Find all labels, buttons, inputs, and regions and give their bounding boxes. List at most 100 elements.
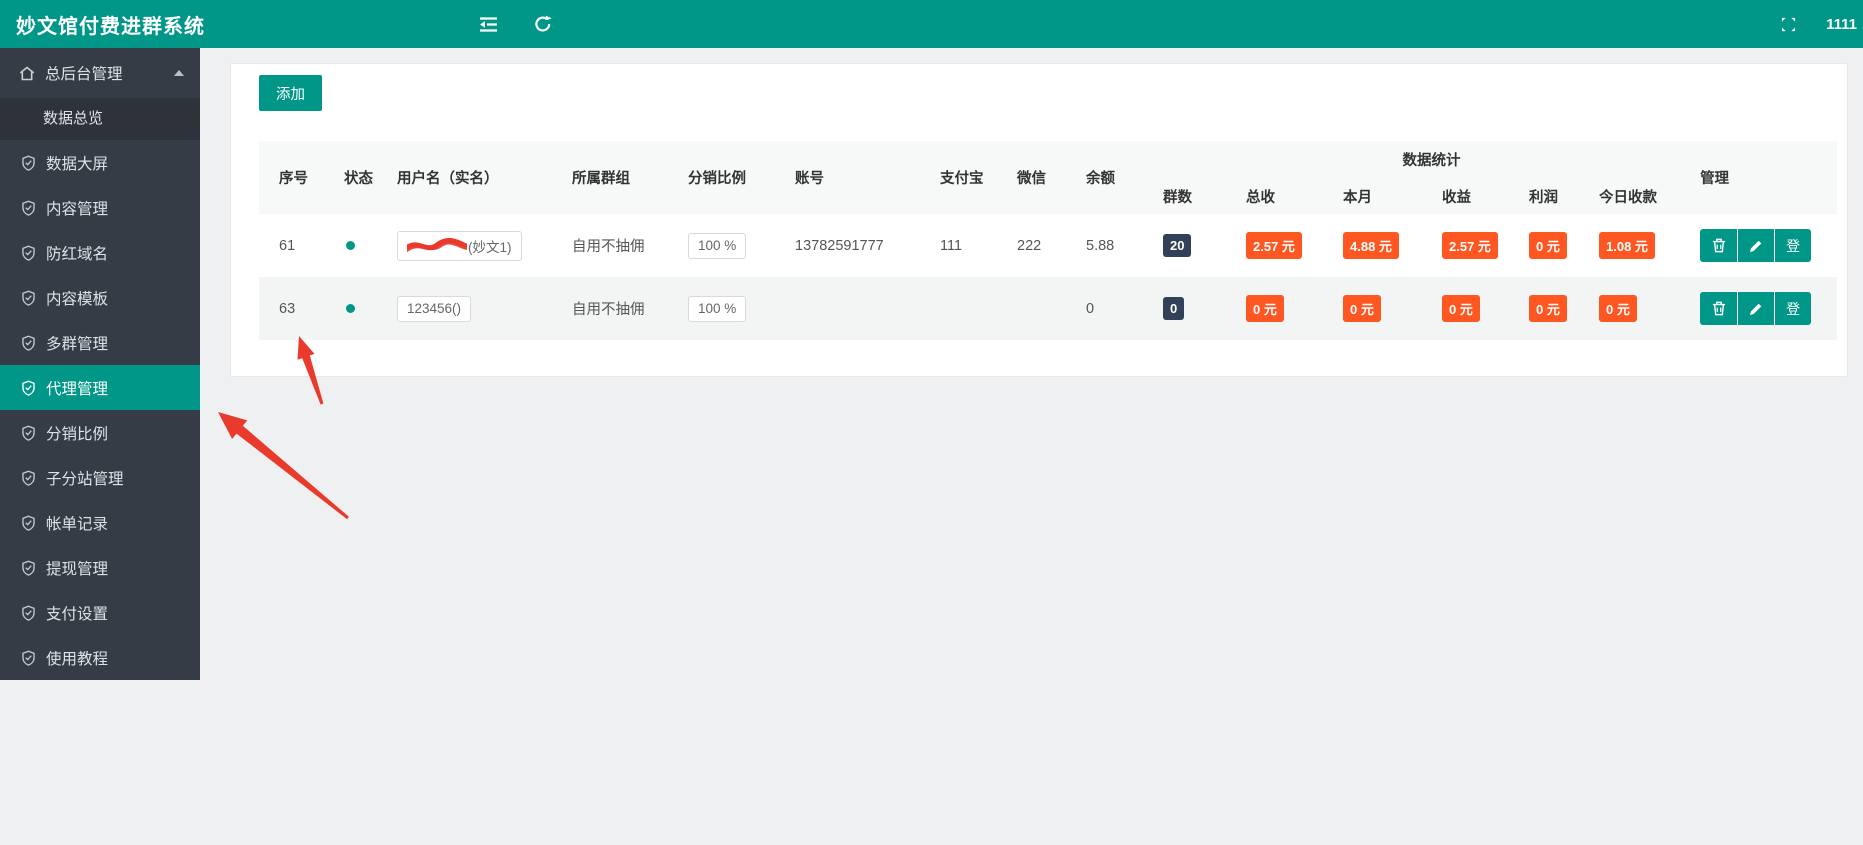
ratio-box[interactable]: 100 %	[688, 295, 747, 322]
user-menu[interactable]: 1111	[1824, 0, 1859, 48]
sidebar-item-content-manage[interactable]: 内容管理	[0, 185, 200, 230]
edit-button[interactable]	[1737, 229, 1775, 262]
cell-wechat: 222	[1017, 237, 1042, 254]
shield-check-icon	[22, 245, 35, 261]
login-as-button[interactable]: 登	[1774, 292, 1812, 325]
cell-alipay: 111	[940, 237, 963, 254]
cell-group: 自用不抽佣	[572, 239, 645, 255]
table-row: 63 123456() 自用不抽佣 100 % 0 0 0 元 0 元 0 元 …	[259, 277, 1838, 340]
delete-button[interactable]	[1700, 229, 1738, 262]
shield-check-icon	[22, 155, 35, 171]
chevron-up-icon	[174, 70, 184, 76]
today-badge: 1.08 元	[1599, 232, 1655, 259]
cell-seq: 61	[279, 237, 296, 254]
today-badge: 0 元	[1599, 295, 1637, 322]
refresh-icon[interactable]	[523, 0, 563, 48]
cell-manage: 登	[1700, 214, 1837, 277]
action-button-group: 登	[1700, 292, 1812, 325]
ratio-box[interactable]: 100 %	[688, 232, 747, 259]
fullscreen-icon[interactable]	[1768, 0, 1808, 48]
trash-icon	[1712, 238, 1725, 253]
shield-check-icon	[22, 515, 35, 531]
col-today-income: 今日收款	[1599, 178, 1701, 214]
earnings-badge: 2.57 元	[1442, 232, 1498, 259]
cell-account	[795, 277, 940, 340]
table-row: 61 (妙文1) 自用不抽佣 100 % 13782591777 111 222	[259, 214, 1838, 277]
profit-badge: 0 元	[1529, 232, 1567, 259]
earnings-badge: 0 元	[1442, 295, 1480, 322]
sidebar-item-agent-manage[interactable]: 代理管理	[0, 365, 200, 410]
col-alipay: 支付宝	[940, 141, 1017, 214]
cell-groups-count: 0	[1163, 277, 1246, 340]
cell-status	[344, 214, 397, 277]
sidebar-item-admin-root[interactable]: 总后台管理	[0, 48, 200, 98]
collapse-sidebar-icon[interactable]	[468, 0, 508, 48]
cell-group: 自用不抽佣	[572, 302, 645, 318]
sidebar-item-multi-group[interactable]: 多群管理	[0, 320, 200, 365]
cell-balance: 5.88	[1086, 237, 1115, 254]
sidebar-item-substation-manage[interactable]: 子分站管理	[0, 455, 200, 500]
shield-check-icon	[22, 470, 35, 486]
col-total-income: 总收	[1246, 178, 1343, 214]
sidebar-item-anti-red-domain[interactable]: 防红域名	[0, 230, 200, 275]
cell-total-income: 2.57 元	[1246, 214, 1343, 277]
app-title: 妙文馆付费进群系统	[16, 15, 205, 38]
sidebar-item-payment-settings[interactable]: 支付设置	[0, 590, 200, 635]
col-ratio: 分销比例	[688, 141, 795, 214]
groups-badge: 0	[1163, 297, 1185, 320]
col-username: 用户名（实名）	[397, 141, 572, 214]
cell-earnings: 2.57 元	[1442, 214, 1529, 277]
username-box[interactable]: 123456()	[397, 295, 472, 322]
month-badge: 0 元	[1343, 295, 1381, 322]
cell-total-income: 0 元	[1246, 277, 1343, 340]
edit-button[interactable]	[1737, 292, 1775, 325]
cell-today-income: 1.08 元	[1599, 214, 1700, 277]
shield-check-icon	[22, 290, 35, 306]
trash-icon	[1712, 301, 1725, 316]
username-text: (妙文1)	[468, 239, 512, 255]
col-seq: 序号	[259, 141, 344, 214]
sidebar-nav: 总后台管理 数据总览 数据大屏 内容管理 防红域名 内容模板 多群管理 代理管理…	[0, 48, 200, 680]
col-earnings: 收益	[1442, 178, 1529, 214]
agents-table: 序号 状态 用户名（实名） 所属群组 分销比例 账号 支付宝 微信 余额 数据统…	[259, 141, 1838, 340]
add-button[interactable]: 添加	[259, 75, 322, 111]
sidebar-item-distribution-ratio[interactable]: 分销比例	[0, 410, 200, 455]
red-arrow-large	[218, 412, 349, 520]
sidebar-item-data-screen[interactable]: 数据大屏	[0, 140, 200, 185]
col-group-stats: 数据统计	[1163, 141, 1701, 178]
shield-check-icon	[22, 605, 35, 621]
cell-profit: 0 元	[1529, 214, 1599, 277]
cell-seq: 63	[279, 300, 296, 317]
col-month-income: 本月	[1343, 178, 1442, 214]
action-button-group: 登	[1700, 229, 1812, 262]
username-text: 123456()	[407, 301, 462, 316]
sidebar-item-bill-records[interactable]: 帐单记录	[0, 500, 200, 545]
shield-check-icon	[22, 560, 35, 576]
cell-wechat	[1017, 277, 1086, 340]
col-balance: 余额	[1086, 141, 1163, 214]
shield-check-icon	[22, 650, 35, 666]
content-card: 添加 序号 状态 用户名（实名） 所属群组 分销比例 账号 支付宝 微信 余额 …	[230, 63, 1848, 377]
groups-badge: 20	[1163, 234, 1192, 257]
home-icon	[19, 65, 35, 80]
status-dot	[346, 303, 355, 313]
cell-manage: 登	[1700, 277, 1837, 340]
cell-account: 13782591777	[795, 237, 884, 254]
cell-alipay	[940, 277, 1017, 340]
col-status: 状态	[344, 141, 397, 214]
redaction-scribble	[407, 238, 467, 252]
month-badge: 4.88 元	[1343, 232, 1399, 259]
username-box[interactable]: (妙文1)	[397, 230, 522, 261]
shield-check-icon	[22, 200, 35, 216]
sidebar-item-data-overview[interactable]: 数据总览	[0, 98, 200, 140]
col-profit: 利润	[1529, 178, 1599, 214]
cell-earnings: 0 元	[1442, 277, 1529, 340]
top-bar: 妙文馆付费进群系统 1111	[0, 0, 1863, 48]
delete-button[interactable]	[1700, 292, 1738, 325]
sidebar-item-content-template[interactable]: 内容模板	[0, 275, 200, 320]
login-as-button[interactable]: 登	[1774, 229, 1812, 262]
sidebar-item-tutorial[interactable]: 使用教程	[0, 635, 200, 680]
sidebar-item-withdraw-manage[interactable]: 提现管理	[0, 545, 200, 590]
col-account: 账号	[795, 141, 940, 214]
cell-status	[344, 277, 397, 340]
